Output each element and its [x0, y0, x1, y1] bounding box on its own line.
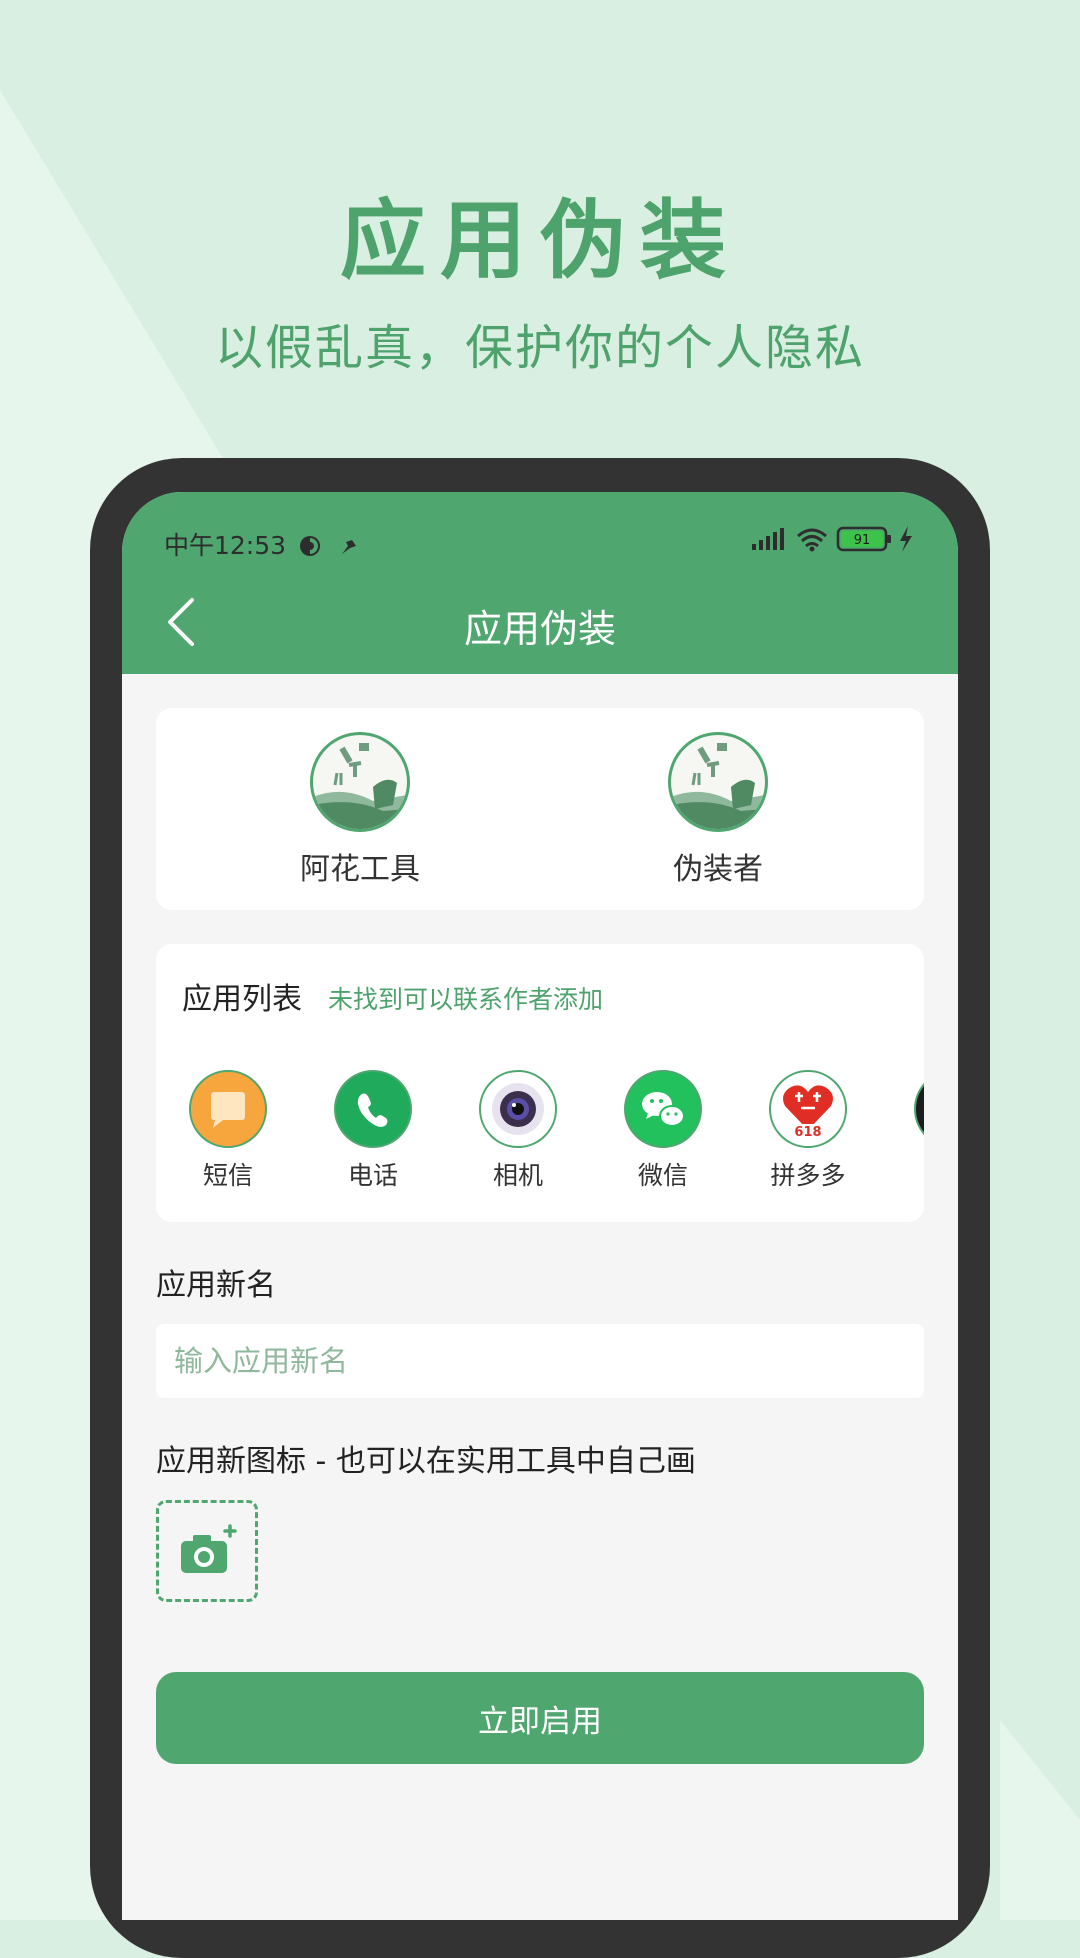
app-item-wechat[interactable]: 微信 [603, 1070, 723, 1192]
system-status-icons: 91 [752, 526, 912, 552]
pinduoduo-icon: 618 [769, 1070, 847, 1148]
app-item-sms[interactable]: 短信 [168, 1070, 288, 1192]
location-icon [341, 540, 356, 554]
app-bar: 中午12:53 91 应用伪装 [122, 492, 958, 674]
app-list-card: 应用列表 未找到可以联系作者添加 短信 电话 相机 微信 618 拼多多 [156, 944, 924, 1222]
original-app-icon [310, 732, 410, 832]
app-item-label: 拼多多 [770, 1161, 846, 1190]
new-name-label: 应用新名 [156, 1268, 276, 1303]
app-item-label: 短信 [202, 1161, 253, 1190]
app-item-label: 微信 [637, 1161, 688, 1190]
app-item-label: 电话 [347, 1161, 398, 1190]
original-app[interactable]: 阿花工具 [270, 732, 450, 888]
camera-icon [479, 1070, 557, 1148]
app-item-label: 相机 [492, 1161, 543, 1190]
app-item-pinduoduo[interactable]: 618 拼多多 [748, 1070, 868, 1192]
phone-icon [334, 1070, 412, 1148]
app-item-partial[interactable] [893, 1070, 924, 1148]
battery-icon: 91 [836, 526, 891, 552]
app-notification-icon [300, 536, 320, 556]
wechat-icon [624, 1070, 702, 1148]
tools-icon [671, 743, 765, 829]
phone-screen: 中午12:53 91 应用伪装 阿花工具 伪装者 应用列表 未找到可以联系作者添… [122, 492, 958, 1920]
signal-icon [752, 528, 784, 550]
icon-picker-button[interactable] [156, 1500, 258, 1602]
new-icon-label: 应用新图标 - 也可以在实用工具中自己画 [156, 1444, 696, 1479]
add-photo-icon [181, 1524, 237, 1573]
page-title: 应用伪装 [463, 607, 616, 651]
app-item-camera[interactable]: 相机 [458, 1070, 578, 1192]
wifi-icon [797, 528, 827, 548]
disguiser-app-label: 伪装者 [673, 852, 763, 887]
promo-headline: 应用伪装 [340, 191, 740, 291]
svg-text:618: 618 [794, 1125, 821, 1140]
app-list-title: 应用列表 [182, 982, 302, 1017]
app-list-hint[interactable]: 未找到可以联系作者添加 [328, 980, 603, 1016]
original-app-label: 阿花工具 [300, 852, 420, 887]
disguise-preview-card: 阿花工具 伪装者 [156, 708, 924, 910]
disguiser-app[interactable]: 伪装者 [628, 732, 808, 888]
new-name-input[interactable] [156, 1324, 924, 1398]
status-icons: 91 [752, 524, 918, 554]
status-time-text: 中午12:53 [164, 531, 287, 560]
disguiser-app-icon [668, 732, 768, 832]
enable-button[interactable]: 立即启用 [156, 1672, 924, 1764]
app-item-phone[interactable]: 电话 [313, 1070, 433, 1192]
svg-text:91: 91 [854, 533, 871, 548]
app-list-scroller[interactable]: 短信 电话 相机 微信 618 拼多多 [156, 1070, 924, 1210]
status-time: 中午12:53 [164, 526, 360, 562]
charging-icon [900, 526, 912, 552]
tools-icon [313, 743, 407, 829]
app-icon-partial [914, 1070, 924, 1148]
promo-subtitle: 以假乱真，保护你的个人隐私 [214, 320, 865, 376]
sms-icon [189, 1070, 267, 1148]
